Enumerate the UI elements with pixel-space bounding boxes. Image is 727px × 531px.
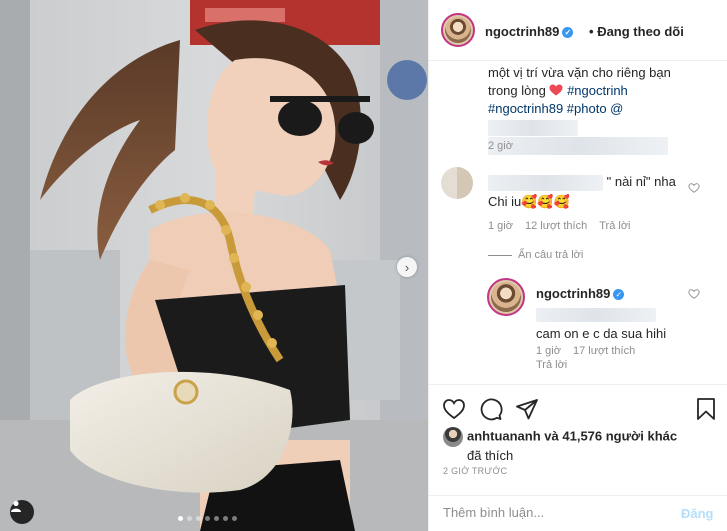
- avatar[interactable]: [441, 13, 475, 47]
- hide-replies-button[interactable]: Ẩn câu trả lời: [488, 249, 595, 261]
- post-author-username[interactable]: ngoctrinh89 ✓: [485, 24, 574, 39]
- hashtag-link[interactable]: #ngoctrinh: [567, 83, 628, 98]
- post-comment-button[interactable]: Đăng: [681, 506, 714, 521]
- redacted-mention: [536, 307, 656, 322]
- save-bookmark-icon[interactable]: [694, 397, 718, 421]
- carousel-dot: [187, 516, 192, 521]
- comment-line: [536, 304, 696, 324]
- carousel-indicator: [178, 516, 237, 521]
- tagged-users-button[interactable]: [10, 500, 34, 524]
- reply-meta: 1 giờ 17 lượt thích Trả lời: [536, 345, 636, 371]
- likes-suffix: đã thích: [467, 448, 514, 463]
- red-heart-icon: [549, 84, 563, 96]
- caption-line: một vị trí vừa vặn cho riêng bạn: [488, 65, 671, 80]
- post-details-panel: ngoctrinh89 ✓ • Đang theo dõi một vị trí …: [428, 0, 727, 531]
- carousel-dot: [223, 516, 228, 521]
- likes-count[interactable]: và 41,576 người khác: [544, 428, 677, 443]
- verified-badge-icon: ✓: [613, 289, 625, 301]
- comment-bubble-icon[interactable]: [479, 397, 503, 421]
- like-comment-heart-icon[interactable]: [688, 182, 700, 194]
- like-heart-icon[interactable]: [442, 397, 466, 421]
- reply-author[interactable]: ngoctrinh89 ✓: [536, 284, 696, 304]
- commenter-avatar[interactable]: [441, 167, 473, 199]
- hashtag-link[interactable]: #ngoctrinh89: [488, 101, 563, 116]
- comment-line: Chi iu🥰🥰🥰: [488, 194, 570, 209]
- next-photo-button[interactable]: ›: [397, 257, 417, 277]
- post-header: ngoctrinh89 ✓ • Đang theo dõi: [429, 0, 727, 61]
- post-photo[interactable]: ›: [0, 0, 428, 531]
- photo-illustration: [0, 0, 428, 531]
- likes-summary: anhtuananh và 41,576 người khác đã thích: [443, 427, 713, 464]
- reply-comment: ngoctrinh89 ✓ cam on e c da sua hihi: [536, 284, 696, 344]
- caption-time: 2 giờ: [488, 140, 513, 152]
- comments-list[interactable]: một vị trí vừa vặn cho riêng bạn trong l…: [429, 62, 727, 384]
- add-comment-bar: Đăng: [429, 495, 727, 531]
- verified-badge-icon: ✓: [562, 27, 574, 39]
- carousel-dot: [178, 516, 183, 521]
- carousel-dot: [214, 516, 219, 521]
- reply-author-avatar[interactable]: [487, 278, 525, 316]
- comment-line: " nài nỉ" nha: [488, 172, 698, 192]
- caption-line: #ngoctrinh89 #photo @: [488, 100, 713, 136]
- reply-text: cam on e c da sua hihi: [536, 326, 667, 341]
- redacted-username: [488, 174, 603, 191]
- post-timestamp[interactable]: 2 GIỜ TRƯỚC: [443, 466, 507, 476]
- redacted-mention: [488, 119, 578, 136]
- carousel-dot: [205, 516, 210, 521]
- liker-avatar[interactable]: [443, 427, 463, 447]
- carousel-dot: [232, 516, 237, 521]
- carousel-dot: [196, 516, 201, 521]
- user-icon: [11, 500, 21, 512]
- share-direct-icon[interactable]: [515, 397, 539, 421]
- comment-meta: 1 giờ 12 lượt thích Trả lời: [488, 220, 631, 232]
- comment: " nài nỉ" nha Chi iu🥰🥰🥰: [488, 172, 698, 212]
- follow-status[interactable]: • Đang theo dõi: [589, 24, 684, 39]
- like-reply-heart-icon[interactable]: [688, 288, 700, 300]
- hashtag-link[interactable]: #photo @: [567, 101, 624, 116]
- caption-line: trong lòng #ngoctrinh: [488, 83, 628, 98]
- comment-input[interactable]: [443, 505, 663, 520]
- liker-username[interactable]: anhtuananh: [467, 428, 541, 443]
